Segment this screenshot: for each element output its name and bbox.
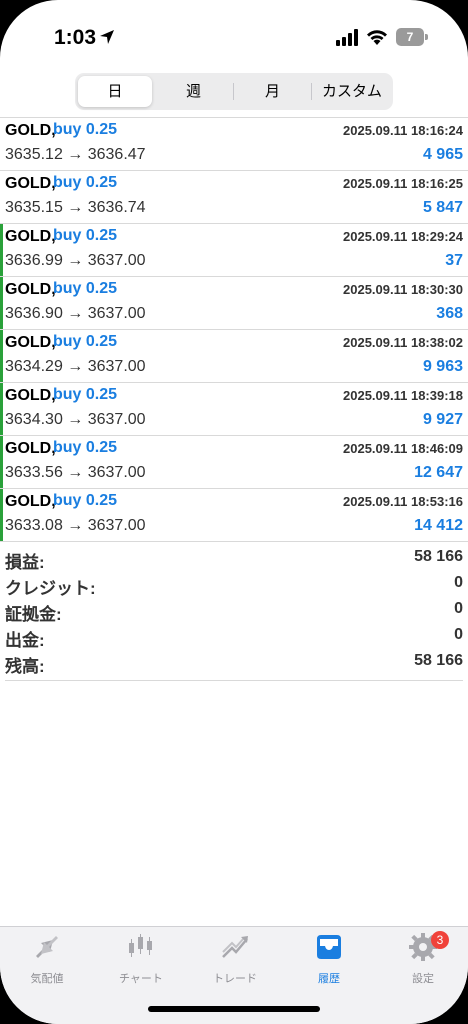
deal-symbol: GOLD, bbox=[5, 175, 56, 192]
tab-label: 気配値 bbox=[30, 973, 64, 985]
summary-row-withdrawal: 出金: 0 bbox=[5, 626, 463, 652]
period-tab-month[interactable]: 月 bbox=[234, 76, 311, 107]
status-time: 1:03 bbox=[54, 26, 97, 49]
deal-side: buy 0.25 bbox=[53, 439, 118, 456]
deal-prices: 3633.56 → 3637.00 bbox=[5, 464, 146, 481]
tab-chart[interactable]: チャート bbox=[94, 927, 188, 997]
deal-prices: 3635.12 → 3636.47 bbox=[5, 146, 146, 163]
deal-row[interactable]: GOLD, buy 0.25 2025.09.11 18:53:16 3633.… bbox=[0, 489, 468, 542]
deal-symbol: GOLD, bbox=[5, 122, 56, 139]
battery-level: 7 bbox=[406, 30, 414, 44]
deal-side: buy 0.25 bbox=[53, 333, 118, 350]
summary-section: 損益: 58 166 クレジット: 0 証拠金: 0 出金: 0 残高: 58 … bbox=[5, 548, 463, 678]
deal-profit: 12 647 bbox=[414, 464, 463, 481]
summary-value: 0 bbox=[454, 600, 463, 617]
summary-label: 損益: bbox=[5, 553, 45, 572]
deal-prices: 3633.08 → 3637.00 bbox=[5, 517, 146, 534]
deal-time: 2025.09.11 18:29:24 bbox=[343, 229, 463, 244]
summary-label: 出金: bbox=[5, 631, 45, 650]
period-tab-day[interactable]: 日 bbox=[78, 76, 152, 107]
notification-badge: 3 bbox=[431, 931, 449, 949]
deal-row[interactable]: GOLD, buy 0.25 2025.09.11 18:29:24 3636.… bbox=[0, 224, 468, 277]
deal-time: 2025.09.11 18:16:24 bbox=[343, 123, 463, 138]
period-segmented-control: 日 週 月 カスタム bbox=[75, 73, 393, 110]
deal-profit: 4 965 bbox=[422, 146, 463, 163]
deal-symbol: GOLD, bbox=[5, 228, 56, 245]
deal-side: buy 0.25 bbox=[53, 174, 118, 191]
home-indicator bbox=[148, 1006, 320, 1012]
battery-cap bbox=[425, 34, 428, 40]
status-bar: 1:03 7 bbox=[0, 0, 468, 72]
deal-symbol: GOLD, bbox=[5, 334, 56, 351]
trade-icon bbox=[222, 936, 248, 958]
tab-label: 設定 bbox=[412, 973, 434, 985]
deal-side: buy 0.25 bbox=[53, 121, 118, 138]
deal-time: 2025.09.11 18:30:30 bbox=[343, 282, 463, 297]
deal-profit: 14 412 bbox=[414, 517, 463, 534]
tab-trade[interactable]: トレード bbox=[188, 927, 282, 997]
summary-label: 残高: bbox=[5, 657, 45, 676]
deal-prices: 3636.99 → 3637.00 bbox=[5, 252, 146, 269]
deal-prices: 3635.15 → 3636.74 bbox=[5, 199, 146, 216]
tab-label: チャート bbox=[119, 973, 163, 985]
deal-side: buy 0.25 bbox=[53, 386, 118, 403]
summary-label: クレジット: bbox=[5, 579, 96, 598]
deal-symbol: GOLD, bbox=[5, 440, 56, 457]
tab-label: トレード bbox=[213, 973, 257, 985]
deal-symbol: GOLD, bbox=[5, 387, 56, 404]
tab-label: 履歴 bbox=[318, 973, 340, 985]
deal-prices: 3636.90 → 3637.00 bbox=[5, 305, 146, 322]
wifi-icon bbox=[367, 30, 387, 45]
deal-row[interactable]: GOLD, buy 0.25 2025.09.11 18:16:24 3635.… bbox=[0, 118, 468, 171]
deal-profit: 9 963 bbox=[422, 358, 463, 375]
deal-prices: 3634.29 → 3637.00 bbox=[5, 358, 146, 375]
divider bbox=[5, 680, 463, 681]
deal-time: 2025.09.11 18:39:18 bbox=[343, 388, 463, 403]
deal-profit: 368 bbox=[436, 305, 463, 322]
location-arrow-icon bbox=[100, 30, 114, 44]
deal-row[interactable]: GOLD, buy 0.25 2025.09.11 18:16:25 3635.… bbox=[0, 171, 468, 224]
history-inbox-icon bbox=[317, 935, 341, 959]
deal-row[interactable]: GOLD, buy 0.25 2025.09.11 18:30:30 3636.… bbox=[0, 277, 468, 330]
summary-value: 0 bbox=[454, 574, 463, 591]
summary-value: 58 166 bbox=[414, 548, 463, 565]
candlestick-chart-icon bbox=[129, 934, 152, 957]
deal-row[interactable]: GOLD, buy 0.25 2025.09.11 18:46:09 3633.… bbox=[0, 436, 468, 489]
deal-symbol: GOLD, bbox=[5, 281, 56, 298]
summary-value: 0 bbox=[454, 626, 463, 643]
tab-settings[interactable]: 3 設定 bbox=[376, 927, 468, 997]
deal-profit: 5 847 bbox=[422, 199, 463, 216]
tab-quotes[interactable]: 気配値 bbox=[0, 927, 94, 997]
period-tab-custom[interactable]: カスタム bbox=[312, 76, 392, 107]
deal-row[interactable]: GOLD, buy 0.25 2025.09.11 18:38:02 3634.… bbox=[0, 330, 468, 383]
deal-side: buy 0.25 bbox=[53, 492, 118, 509]
deal-profit: 37 bbox=[445, 252, 463, 269]
deal-profit: 9 927 bbox=[422, 411, 463, 428]
deal-time: 2025.09.11 18:46:09 bbox=[343, 441, 463, 456]
summary-row-margin: 証拠金: 0 bbox=[5, 600, 463, 626]
tab-history[interactable]: 履歴 bbox=[282, 927, 376, 997]
deal-side: buy 0.25 bbox=[53, 227, 118, 244]
summary-value: 58 166 bbox=[414, 652, 463, 669]
summary-label: 証拠金: bbox=[5, 605, 62, 624]
cellular-signal-icon bbox=[336, 29, 358, 46]
deal-time: 2025.09.11 18:16:25 bbox=[343, 176, 463, 191]
summary-row-profit: 損益: 58 166 bbox=[5, 548, 463, 574]
screen: 1:03 7 日 週 月 カスタム GOLD, buy 0.25 2025.09… bbox=[0, 0, 468, 1024]
quotes-icon bbox=[36, 936, 58, 958]
deal-time: 2025.09.11 18:53:16 bbox=[343, 494, 463, 509]
deal-row[interactable]: GOLD, buy 0.25 2025.09.11 18:39:18 3634.… bbox=[0, 383, 468, 436]
deals-list: GOLD, buy 0.25 2025.09.11 18:16:24 3635.… bbox=[0, 118, 468, 542]
deal-symbol: GOLD, bbox=[5, 493, 56, 510]
deal-time: 2025.09.11 18:38:02 bbox=[343, 335, 463, 350]
deal-side: buy 0.25 bbox=[53, 280, 118, 297]
summary-row-balance: 残高: 58 166 bbox=[5, 652, 463, 678]
deal-prices: 3634.30 → 3637.00 bbox=[5, 411, 146, 428]
summary-row-credit: クレジット: 0 bbox=[5, 574, 463, 600]
period-tab-week[interactable]: 週 bbox=[155, 76, 232, 107]
